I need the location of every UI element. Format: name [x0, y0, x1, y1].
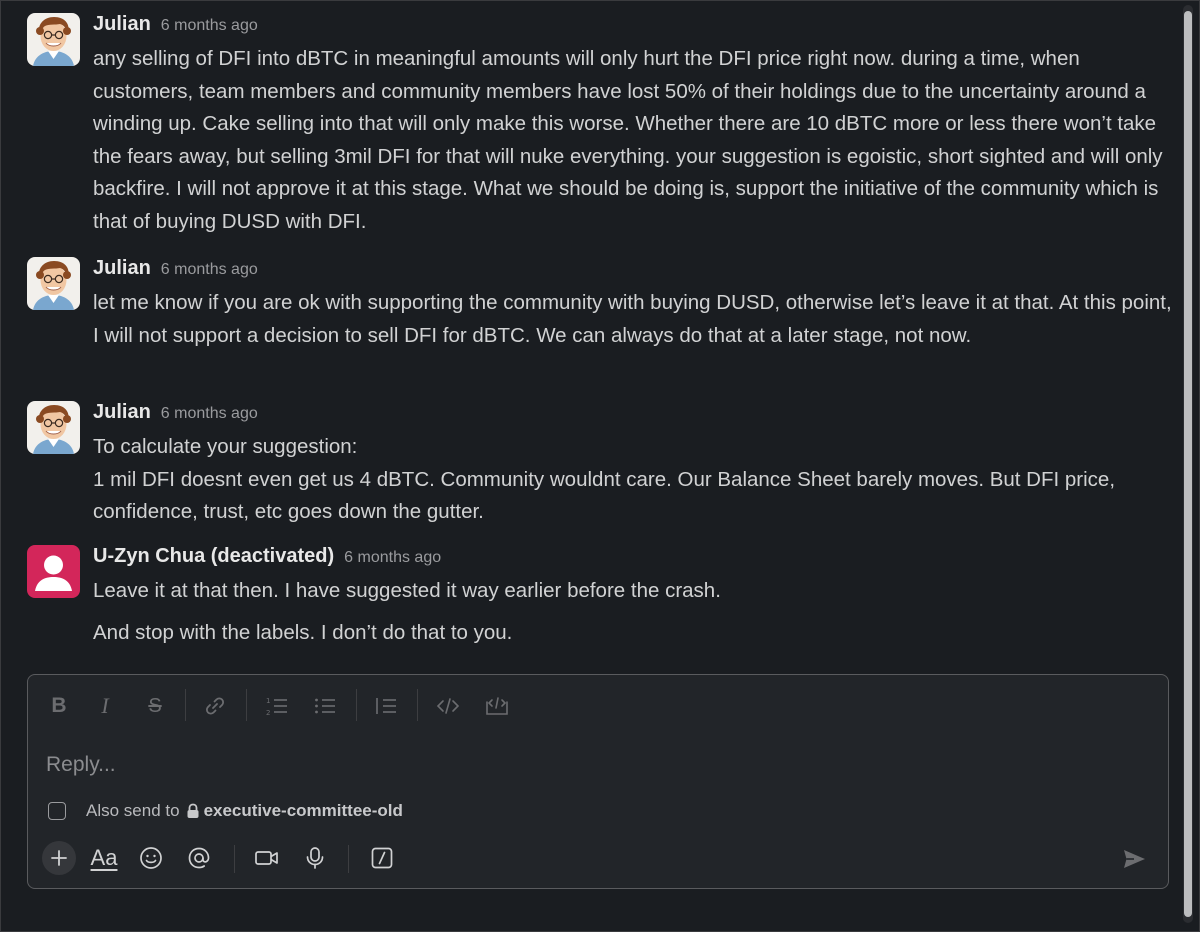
- attach-plus-button[interactable]: [42, 841, 76, 875]
- toolbar-divider: [246, 689, 247, 721]
- lock-icon: [186, 803, 200, 819]
- also-send-option: Also send to executive-committee-old: [48, 801, 403, 821]
- avatar[interactable]: [27, 257, 80, 310]
- shortcuts-button[interactable]: [365, 841, 399, 875]
- message-header: U-Zyn Chua (deactivated) 6 months ago: [93, 545, 441, 568]
- toolbar-divider: [348, 845, 349, 873]
- toolbar-divider: [185, 689, 186, 721]
- reply-input[interactable]: [46, 747, 1126, 783]
- send-button[interactable]: [1118, 843, 1150, 875]
- toolbar-divider: [356, 689, 357, 721]
- blockquote-icon[interactable]: [371, 691, 401, 721]
- message-paragraph: 1 mil DFI doesnt even get us 4 dBTC. Com…: [93, 467, 1116, 524]
- scrollbar-thumb[interactable]: [1184, 11, 1192, 917]
- emoji-button[interactable]: [134, 841, 168, 875]
- composer-actions: Aa: [28, 839, 1168, 879]
- author-name[interactable]: U-Zyn Chua (deactivated): [93, 545, 334, 567]
- message-paragraph: let me know if you are ok with supportin…: [93, 291, 1172, 347]
- code-icon[interactable]: [433, 691, 463, 721]
- message-text: any selling of DFI into dBTC in meaningf…: [93, 43, 1173, 238]
- message-paragraph: To calculate your suggestion:: [93, 435, 358, 458]
- italic-icon[interactable]: I: [90, 691, 120, 721]
- message-header: Julian 6 months ago: [93, 13, 258, 36]
- video-clip-button[interactable]: [250, 841, 284, 875]
- code-block-icon[interactable]: [482, 691, 512, 721]
- default-user-icon: [27, 545, 80, 598]
- also-send-label: Also send to: [86, 801, 180, 820]
- formatting-toolbar: B I S 1 2: [28, 685, 1168, 725]
- scrollbar[interactable]: [1183, 5, 1193, 923]
- author-name[interactable]: Julian: [93, 13, 151, 35]
- message-text: Leave it at that then. I have suggested …: [93, 575, 1173, 649]
- channel-name[interactable]: executive-committee-old: [204, 801, 403, 821]
- strikethrough-icon[interactable]: S: [140, 691, 170, 721]
- numbered-list-icon[interactable]: 1 2: [262, 691, 292, 721]
- avatar[interactable]: [27, 545, 80, 598]
- toolbar-divider: [234, 845, 235, 873]
- bold-icon[interactable]: B: [44, 691, 74, 721]
- reply-composer: B I S 1 2 Reply... Also send to executiv…: [27, 674, 1169, 889]
- timestamp[interactable]: 6 months ago: [344, 549, 441, 566]
- thread-window: Julian 6 months ago any selling of DFI in…: [0, 0, 1200, 932]
- timestamp[interactable]: 6 months ago: [161, 17, 258, 34]
- message-header: Julian 6 months ago: [93, 401, 258, 424]
- link-icon[interactable]: [200, 691, 230, 721]
- slash-command-icon: [371, 847, 393, 869]
- message-header: Julian 6 months ago: [93, 257, 258, 280]
- audio-clip-button[interactable]: [298, 841, 332, 875]
- message-text: let me know if you are ok with supportin…: [93, 287, 1173, 352]
- avatar[interactable]: [27, 13, 80, 66]
- send-icon: [1124, 850, 1145, 868]
- bulleted-list-icon[interactable]: [310, 691, 340, 721]
- also-send-checkbox[interactable]: [48, 802, 66, 820]
- format-text-icon: Aa: [90, 845, 118, 870]
- svg-text:1: 1: [266, 697, 270, 705]
- timestamp[interactable]: 6 months ago: [161, 261, 258, 278]
- toolbar-divider: [417, 689, 418, 721]
- formatting-toggle-button[interactable]: Aa: [86, 841, 122, 875]
- timestamp[interactable]: 6 months ago: [161, 405, 258, 422]
- video-camera-icon: [255, 851, 278, 865]
- plus-icon: [51, 850, 67, 866]
- author-name[interactable]: Julian: [93, 257, 151, 279]
- message-paragraph: any selling of DFI into dBTC in meaningf…: [93, 47, 1163, 233]
- message-text: To calculate your suggestion: 1 mil DFI …: [93, 431, 1173, 529]
- mention-button[interactable]: [182, 841, 216, 875]
- message-paragraph: And stop with the labels. I don’t do tha…: [93, 620, 513, 644]
- microphone-icon: [306, 847, 324, 869]
- svg-text:2: 2: [266, 709, 270, 717]
- message-paragraph: Leave it at that then. I have suggested …: [93, 579, 721, 602]
- emoji-icon: [140, 847, 162, 869]
- avatar[interactable]: [27, 401, 80, 454]
- at-sign-icon: [188, 847, 210, 869]
- author-name[interactable]: Julian: [93, 401, 151, 423]
